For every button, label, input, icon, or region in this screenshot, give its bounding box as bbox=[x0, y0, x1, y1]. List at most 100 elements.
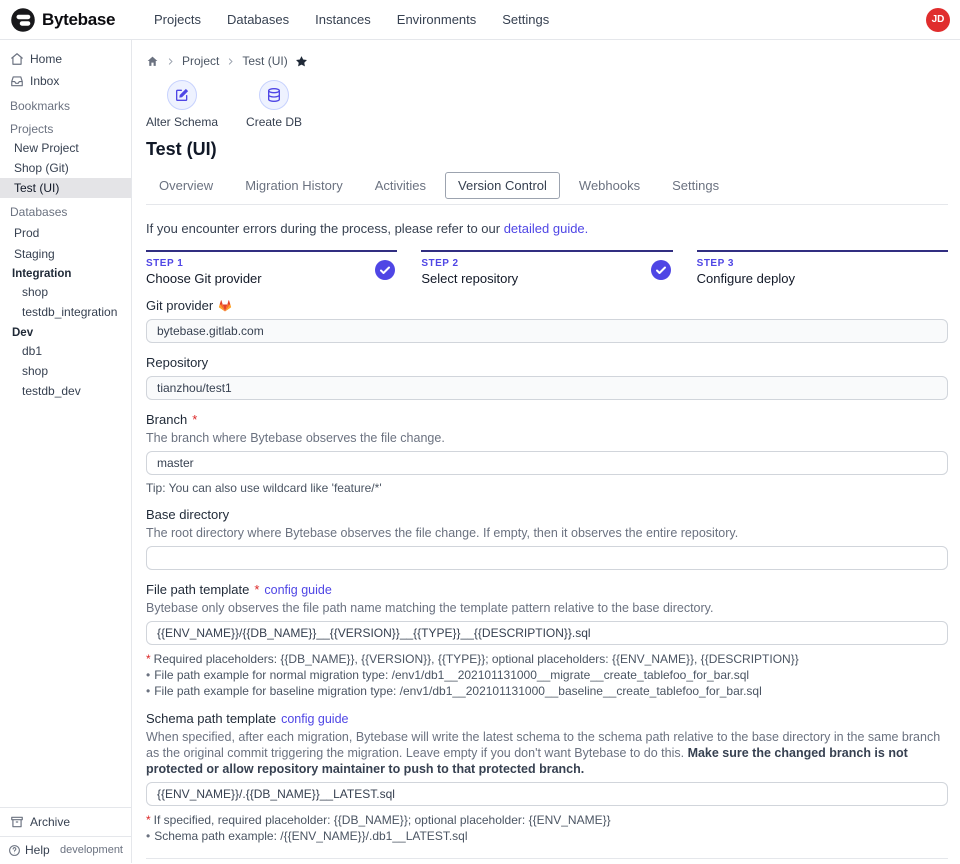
sidebar-env-staging: Staging bbox=[0, 242, 131, 263]
sidebar-db-shop-dev[interactable]: shop bbox=[0, 361, 131, 381]
schema-path-example: • Schema path example: /{{ENV_NAME}}/.db1… bbox=[146, 828, 948, 844]
git-provider-field: Git provider bbox=[146, 298, 948, 343]
repository-input[interactable] bbox=[146, 376, 948, 400]
alter-schema-label: Alter Schema bbox=[146, 115, 218, 129]
nav-databases[interactable]: Databases bbox=[227, 12, 289, 27]
star-icon[interactable] bbox=[295, 55, 308, 68]
file-path-template-notes: *Required placeholders: {{DB_NAME}}, {{V… bbox=[146, 651, 948, 699]
file-path-template-help: Bytebase only observes the file path nam… bbox=[146, 600, 948, 616]
sidebar-item-inbox[interactable]: Inbox bbox=[0, 70, 131, 92]
schema-path-config-guide-link[interactable]: config guide bbox=[281, 711, 348, 727]
sidebar-section-projects[interactable]: Projects bbox=[0, 115, 131, 138]
sidebar-item-archive[interactable]: Archive bbox=[0, 808, 131, 836]
edit-schema-icon bbox=[167, 80, 197, 110]
detailed-guide-link[interactable]: detailed guide. bbox=[504, 221, 589, 236]
step-3-configure-deploy: STEP 3 Configure deploy bbox=[697, 250, 948, 286]
base-directory-input[interactable] bbox=[146, 546, 948, 570]
schema-path-template-input[interactable] bbox=[146, 782, 948, 806]
step-2-select-repository: STEP 2 Select repository bbox=[421, 250, 672, 286]
notice-text: If you encounter errors during the proce… bbox=[146, 221, 504, 236]
top-navbar: Bytebase Projects Databases Instances En… bbox=[0, 0, 960, 40]
schema-path-template-label: Schema path template bbox=[146, 711, 276, 727]
sidebar-section-databases[interactable]: Databases bbox=[0, 198, 131, 221]
breadcrumb-project[interactable]: Project bbox=[182, 54, 219, 68]
step-1-label: STEP 1 bbox=[146, 258, 397, 269]
tab-bar: Overview Migration History Activities Ve… bbox=[146, 172, 948, 205]
sidebar-db-testdb-integration[interactable]: testdb_integration bbox=[0, 302, 131, 322]
footer-divider bbox=[146, 858, 948, 859]
sidebar-db-db1[interactable]: db1 bbox=[0, 341, 131, 361]
schema-path-example-text: Schema path example: /{{ENV_NAME}}/.db1_… bbox=[154, 829, 467, 843]
tab-activities[interactable]: Activities bbox=[362, 172, 439, 199]
quick-actions: Alter Schema Create DB bbox=[146, 80, 948, 129]
breadcrumb-home-icon[interactable] bbox=[146, 55, 159, 68]
archive-icon bbox=[10, 815, 24, 829]
tab-version-control[interactable]: Version Control bbox=[445, 172, 560, 199]
step-1-choose-git-provider: STEP 1 Choose Git provider bbox=[146, 250, 397, 286]
schema-path-template-help: When specified, after each migration, By… bbox=[146, 729, 948, 777]
tab-migration-history[interactable]: Migration History bbox=[232, 172, 356, 199]
inbox-icon bbox=[10, 74, 24, 88]
chevron-right-icon bbox=[226, 57, 235, 66]
sidebar-item-home[interactable]: Home bbox=[0, 48, 131, 70]
schema-path-required-note-text: If specified, required placeholder: {{DB… bbox=[154, 813, 611, 827]
sidebar-db-shop-integration[interactable]: shop bbox=[0, 282, 131, 302]
top-nav: Projects Databases Instances Environment… bbox=[154, 12, 549, 27]
home-icon bbox=[10, 52, 24, 66]
check-circle-icon bbox=[651, 260, 671, 280]
branch-input[interactable] bbox=[146, 451, 948, 475]
sidebar-env-prod: Prod bbox=[0, 221, 131, 242]
tab-overview[interactable]: Overview bbox=[146, 172, 226, 199]
nav-environments[interactable]: Environments bbox=[397, 12, 476, 27]
sidebar: Home Inbox Bookmarks Projects New Projec… bbox=[0, 40, 132, 863]
help-button[interactable]: Help bbox=[8, 843, 50, 857]
nav-instances[interactable]: Instances bbox=[315, 12, 371, 27]
branch-field: Branch * The branch where Bytebase obser… bbox=[146, 412, 948, 495]
database-icon bbox=[259, 80, 289, 110]
sidebar-item-new-project[interactable]: New Project bbox=[0, 138, 131, 158]
tab-settings[interactable]: Settings bbox=[659, 172, 732, 199]
breadcrumb-test-ui[interactable]: Test (UI) bbox=[242, 54, 287, 68]
gitlab-icon bbox=[218, 299, 232, 313]
sidebar-item-shop-git[interactable]: Shop (Git) bbox=[0, 158, 131, 178]
file-path-required-note: *Required placeholders: {{DB_NAME}}, {{V… bbox=[146, 651, 948, 667]
sidebar-inbox-label: Inbox bbox=[30, 74, 59, 88]
branch-tip: Tip: You can also use wildcard like 'fea… bbox=[146, 481, 948, 495]
step-1-title: Choose Git provider bbox=[146, 271, 397, 286]
required-asterisk: * bbox=[254, 582, 259, 598]
nav-settings[interactable]: Settings bbox=[502, 12, 549, 27]
file-path-example-baseline-text: File path example for baseline migration… bbox=[154, 684, 762, 698]
sidebar-spacer bbox=[0, 401, 131, 807]
page-title: Test (UI) bbox=[146, 139, 948, 160]
bytebase-logo-icon bbox=[10, 7, 36, 33]
asterisk-mark: * bbox=[146, 652, 151, 666]
bullet-mark: • bbox=[146, 829, 150, 843]
create-db-button[interactable]: Create DB bbox=[246, 80, 302, 129]
git-provider-input[interactable] bbox=[146, 319, 948, 343]
brand-name: Bytebase bbox=[42, 10, 115, 30]
alter-schema-button[interactable]: Alter Schema bbox=[146, 80, 218, 129]
schema-path-template-field: Schema path template config guide When s… bbox=[146, 711, 948, 844]
chevron-right-icon bbox=[166, 57, 175, 66]
main-content: Project Test (UI) Alter Schema Create DB bbox=[132, 40, 960, 863]
base-directory-field: Base directory The root directory where … bbox=[146, 507, 948, 570]
file-path-example-normal: •File path example for normal migration … bbox=[146, 667, 948, 683]
nav-projects[interactable]: Projects bbox=[154, 12, 201, 27]
sidebar-db-testdb-dev[interactable]: testdb_dev bbox=[0, 381, 131, 401]
file-path-required-note-text: Required placeholders: {{DB_NAME}}, {{VE… bbox=[154, 652, 799, 666]
repository-field: Repository bbox=[146, 355, 948, 400]
sidebar-section-bookmarks[interactable]: Bookmarks bbox=[0, 92, 131, 115]
user-avatar[interactable]: JD bbox=[926, 8, 950, 32]
create-db-label: Create DB bbox=[246, 115, 302, 129]
sidebar-env-dev: Dev bbox=[0, 322, 131, 341]
bytebase-logo[interactable]: Bytebase bbox=[10, 7, 138, 33]
file-path-example-normal-text: File path example for normal migration t… bbox=[154, 668, 749, 682]
sidebar-item-test-ui[interactable]: Test (UI) bbox=[0, 178, 131, 198]
repository-label: Repository bbox=[146, 355, 208, 371]
schema-path-template-notes: *If specified, required placeholder: {{D… bbox=[146, 812, 948, 844]
tab-webhooks[interactable]: Webhooks bbox=[566, 172, 653, 199]
file-path-template-field: File path template * config guide Byteba… bbox=[146, 582, 948, 699]
file-path-config-guide-link[interactable]: config guide bbox=[264, 582, 331, 598]
file-path-template-input[interactable] bbox=[146, 621, 948, 645]
git-provider-label: Git provider bbox=[146, 298, 213, 314]
